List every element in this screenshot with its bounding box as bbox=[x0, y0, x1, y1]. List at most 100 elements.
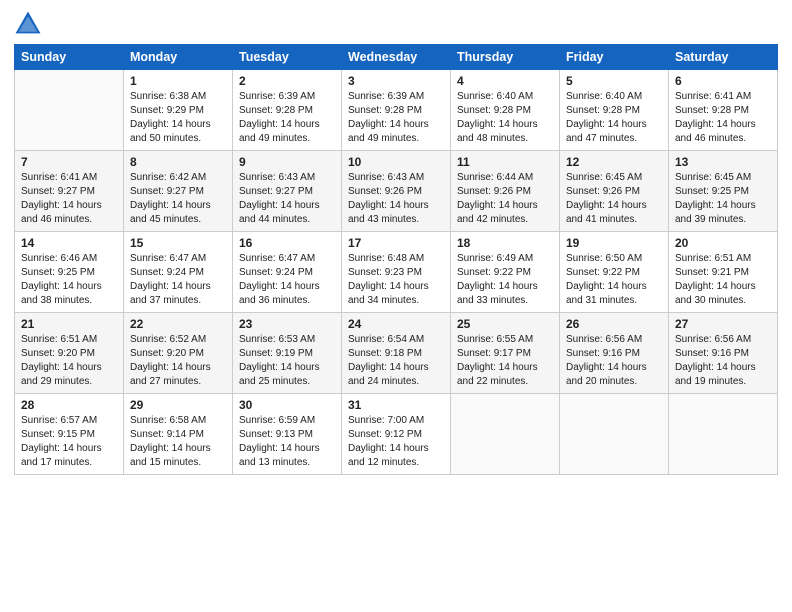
header bbox=[14, 10, 778, 38]
weekday-header-tuesday: Tuesday bbox=[233, 45, 342, 70]
day-number: 10 bbox=[348, 155, 444, 169]
calendar-cell: 15 Sunrise: 6:47 AMSunset: 9:24 PMDayligh… bbox=[124, 232, 233, 313]
calendar-cell: 5 Sunrise: 6:40 AMSunset: 9:28 PMDaylight… bbox=[560, 70, 669, 151]
week-row-4: 21Sunrise: 6:51 AMSunset: 9:20 PMDayligh… bbox=[15, 313, 778, 394]
weekday-header-friday: Friday bbox=[560, 45, 669, 70]
cell-info: Sunrise: 6:43 AMSunset: 9:27 PMDaylight:… bbox=[239, 171, 335, 227]
day-number: 29 bbox=[130, 398, 226, 412]
logo-icon bbox=[14, 10, 42, 38]
cell-info: Sunrise: 6:39 AMSunset: 9:28 PMDaylight:… bbox=[239, 90, 335, 146]
day-number: 7 bbox=[21, 155, 117, 169]
cell-info: Sunrise: 6:56 AMSunset: 9:16 PMDaylight:… bbox=[566, 333, 662, 389]
cell-info: Sunrise: 6:53 AMSunset: 9:19 PMDaylight:… bbox=[239, 333, 335, 389]
cell-info: Sunrise: 6:46 AMSunset: 9:25 PMDaylight:… bbox=[21, 252, 117, 308]
day-number: 23 bbox=[239, 317, 335, 331]
calendar-cell: 17Sunrise: 6:48 AMSunset: 9:23 PMDayligh… bbox=[342, 232, 451, 313]
day-number: 13 bbox=[675, 155, 771, 169]
day-number: 28 bbox=[21, 398, 117, 412]
weekday-header-saturday: Saturday bbox=[669, 45, 778, 70]
cell-info: Sunrise: 6:45 AMSunset: 9:25 PMDaylight:… bbox=[675, 171, 771, 227]
cell-info: Sunrise: 6:40 AMSunset: 9:28 PMDaylight:… bbox=[566, 90, 662, 146]
day-number: 21 bbox=[21, 317, 117, 331]
calendar-cell: 1Sunrise: 6:38 AMSunset: 9:29 PMDaylight… bbox=[124, 70, 233, 151]
day-number: 14 bbox=[21, 236, 117, 250]
week-row-3: 14 Sunrise: 6:46 AMSunset: 9:25 PMDayligh… bbox=[15, 232, 778, 313]
day-number: 22 bbox=[130, 317, 226, 331]
calendar-cell: 12Sunrise: 6:45 AMSunset: 9:26 PMDayligh… bbox=[560, 151, 669, 232]
cell-info: Sunrise: 7:00 AMSunset: 9:12 PMDaylight:… bbox=[348, 414, 444, 470]
calendar-cell: 11Sunrise: 6:44 AMSunset: 9:26 PMDayligh… bbox=[451, 151, 560, 232]
day-number: 31 bbox=[348, 398, 444, 412]
week-row-2: 7 Sunrise: 6:41 AMSunset: 9:27 PMDaylight… bbox=[15, 151, 778, 232]
calendar-cell: 16 Sunrise: 6:47 AMSunset: 9:24 PMDayligh… bbox=[233, 232, 342, 313]
page-container: SundayMondayTuesdayWednesdayThursdayFrid… bbox=[0, 0, 792, 612]
calendar-cell: 9 Sunrise: 6:43 AMSunset: 9:27 PMDaylight… bbox=[233, 151, 342, 232]
day-number: 11 bbox=[457, 155, 553, 169]
logo bbox=[14, 10, 46, 38]
day-number: 15 bbox=[130, 236, 226, 250]
cell-info: Sunrise: 6:54 AMSunset: 9:18 PMDaylight:… bbox=[348, 333, 444, 389]
calendar-cell: 6 Sunrise: 6:41 AMSunset: 9:28 PMDaylight… bbox=[669, 70, 778, 151]
calendar-cell: 25Sunrise: 6:55 AMSunset: 9:17 PMDayligh… bbox=[451, 313, 560, 394]
calendar-cell: 28 Sunrise: 6:57 AMSunset: 9:15 PMDayligh… bbox=[15, 394, 124, 475]
day-number: 3 bbox=[348, 74, 444, 88]
cell-info: Sunrise: 6:58 AMSunset: 9:14 PMDaylight:… bbox=[130, 414, 226, 470]
cell-info: Sunrise: 6:47 AMSunset: 9:24 PMDaylight:… bbox=[130, 252, 226, 308]
calendar-cell: 22 Sunrise: 6:52 AMSunset: 9:20 PMDayligh… bbox=[124, 313, 233, 394]
cell-info: Sunrise: 6:50 AMSunset: 9:22 PMDaylight:… bbox=[566, 252, 662, 308]
calendar-cell: 23 Sunrise: 6:53 AMSunset: 9:19 PMDayligh… bbox=[233, 313, 342, 394]
cell-info: Sunrise: 6:52 AMSunset: 9:20 PMDaylight:… bbox=[130, 333, 226, 389]
calendar-cell: 13 Sunrise: 6:45 AMSunset: 9:25 PMDayligh… bbox=[669, 151, 778, 232]
calendar-cell: 3 Sunrise: 6:39 AMSunset: 9:28 PMDaylight… bbox=[342, 70, 451, 151]
calendar-cell bbox=[15, 70, 124, 151]
calendar-cell: 19 Sunrise: 6:50 AMSunset: 9:22 PMDayligh… bbox=[560, 232, 669, 313]
day-number: 19 bbox=[566, 236, 662, 250]
weekday-header-wednesday: Wednesday bbox=[342, 45, 451, 70]
weekday-header-sunday: Sunday bbox=[15, 45, 124, 70]
cell-info: Sunrise: 6:51 AMSunset: 9:21 PMDaylight:… bbox=[675, 252, 771, 308]
calendar-cell: 26 Sunrise: 6:56 AMSunset: 9:16 PMDayligh… bbox=[560, 313, 669, 394]
day-number: 6 bbox=[675, 74, 771, 88]
cell-info: Sunrise: 6:41 AMSunset: 9:28 PMDaylight:… bbox=[675, 90, 771, 146]
calendar-cell: 31 Sunrise: 7:00 AMSunset: 9:12 PMDayligh… bbox=[342, 394, 451, 475]
cell-info: Sunrise: 6:43 AMSunset: 9:26 PMDaylight:… bbox=[348, 171, 444, 227]
header-row: SundayMondayTuesdayWednesdayThursdayFrid… bbox=[15, 45, 778, 70]
calendar-cell: 2Sunrise: 6:39 AMSunset: 9:28 PMDaylight… bbox=[233, 70, 342, 151]
week-row-5: 28 Sunrise: 6:57 AMSunset: 9:15 PMDayligh… bbox=[15, 394, 778, 475]
day-number: 9 bbox=[239, 155, 335, 169]
calendar-cell: 10 Sunrise: 6:43 AMSunset: 9:26 PMDayligh… bbox=[342, 151, 451, 232]
day-number: 8 bbox=[130, 155, 226, 169]
cell-info: Sunrise: 6:57 AMSunset: 9:15 PMDaylight:… bbox=[21, 414, 117, 470]
calendar-cell: 18 Sunrise: 6:49 AMSunset: 9:22 PMDayligh… bbox=[451, 232, 560, 313]
day-number: 1 bbox=[130, 74, 226, 88]
day-number: 18 bbox=[457, 236, 553, 250]
cell-info: Sunrise: 6:40 AMSunset: 9:28 PMDaylight:… bbox=[457, 90, 553, 146]
calendar-cell: 4 Sunrise: 6:40 AMSunset: 9:28 PMDaylight… bbox=[451, 70, 560, 151]
day-number: 12 bbox=[566, 155, 662, 169]
cell-info: Sunrise: 6:47 AMSunset: 9:24 PMDaylight:… bbox=[239, 252, 335, 308]
week-row-1: 1Sunrise: 6:38 AMSunset: 9:29 PMDaylight… bbox=[15, 70, 778, 151]
day-number: 16 bbox=[239, 236, 335, 250]
cell-info: Sunrise: 6:41 AMSunset: 9:27 PMDaylight:… bbox=[21, 171, 117, 227]
cell-info: Sunrise: 6:55 AMSunset: 9:17 PMDaylight:… bbox=[457, 333, 553, 389]
day-number: 20 bbox=[675, 236, 771, 250]
calendar-cell bbox=[669, 394, 778, 475]
day-number: 24 bbox=[348, 317, 444, 331]
calendar-cell: 27Sunrise: 6:56 AMSunset: 9:16 PMDayligh… bbox=[669, 313, 778, 394]
day-number: 26 bbox=[566, 317, 662, 331]
day-number: 4 bbox=[457, 74, 553, 88]
cell-info: Sunrise: 6:56 AMSunset: 9:16 PMDaylight:… bbox=[675, 333, 771, 389]
cell-info: Sunrise: 6:42 AMSunset: 9:27 PMDaylight:… bbox=[130, 171, 226, 227]
day-number: 5 bbox=[566, 74, 662, 88]
calendar-cell bbox=[560, 394, 669, 475]
cell-info: Sunrise: 6:59 AMSunset: 9:13 PMDaylight:… bbox=[239, 414, 335, 470]
cell-info: Sunrise: 6:49 AMSunset: 9:22 PMDaylight:… bbox=[457, 252, 553, 308]
calendar-cell: 7 Sunrise: 6:41 AMSunset: 9:27 PMDaylight… bbox=[15, 151, 124, 232]
weekday-header-thursday: Thursday bbox=[451, 45, 560, 70]
weekday-header-monday: Monday bbox=[124, 45, 233, 70]
day-number: 30 bbox=[239, 398, 335, 412]
calendar-cell: 14 Sunrise: 6:46 AMSunset: 9:25 PMDayligh… bbox=[15, 232, 124, 313]
day-number: 17 bbox=[348, 236, 444, 250]
cell-info: Sunrise: 6:39 AMSunset: 9:28 PMDaylight:… bbox=[348, 90, 444, 146]
calendar-cell: 20 Sunrise: 6:51 AMSunset: 9:21 PMDayligh… bbox=[669, 232, 778, 313]
